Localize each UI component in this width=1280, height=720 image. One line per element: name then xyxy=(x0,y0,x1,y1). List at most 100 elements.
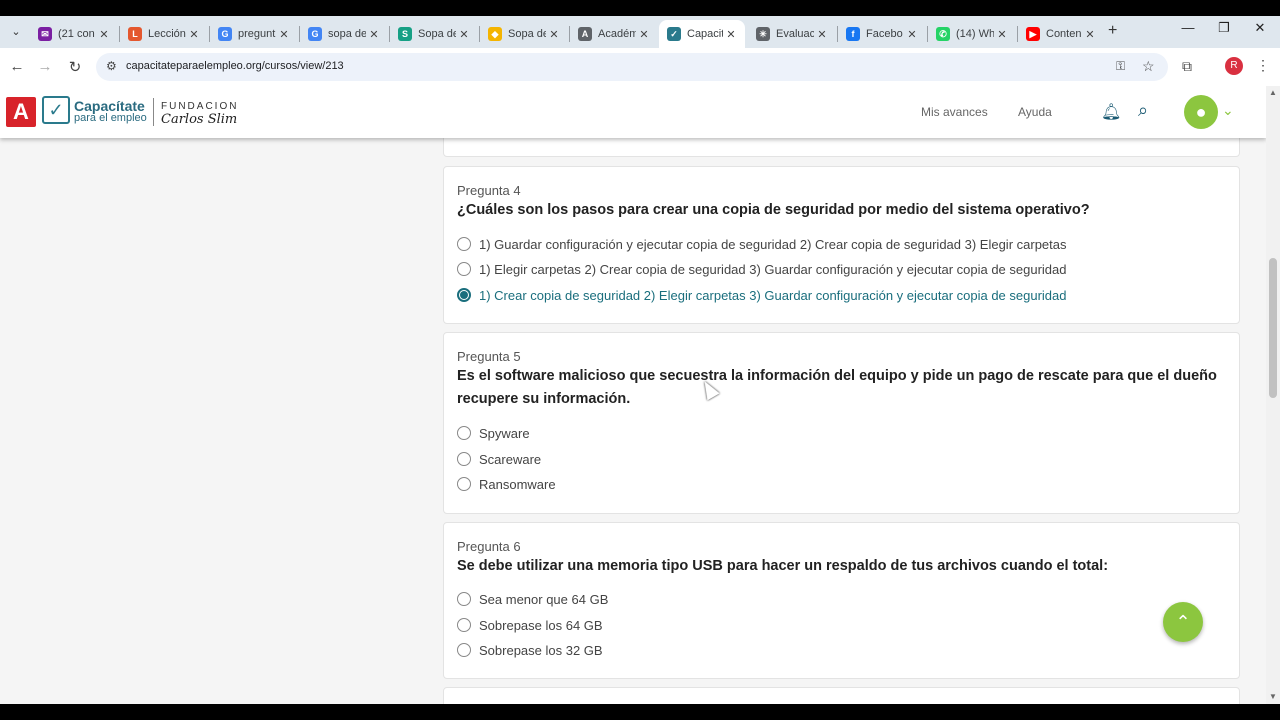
tab-item[interactable]: L Lección ✕ xyxy=(120,20,208,48)
option-label[interactable]: Spyware xyxy=(479,426,530,441)
option-label[interactable]: Sea menor que 64 GB xyxy=(479,592,608,607)
reload-icon[interactable]: ↻ xyxy=(66,58,84,76)
close-icon[interactable]: ✕ xyxy=(1082,28,1098,41)
question-text: ¿Cuáles son los pasos para crear una cop… xyxy=(457,202,1090,218)
drive-icon: ◆ xyxy=(488,27,502,41)
restore-icon[interactable]: ❐ xyxy=(1214,20,1234,36)
foundation-name: Carlos Slim xyxy=(161,112,238,127)
tab-item[interactable]: ▶ Conten ✕ xyxy=(1018,20,1104,48)
tab-item[interactable]: ✆ (14) Wh ✕ xyxy=(928,20,1016,48)
tab-item[interactable]: S Sopa de ✕ xyxy=(390,20,478,48)
scroll-down-arrow-icon[interactable]: ▼ xyxy=(1269,692,1277,701)
close-icon[interactable]: ✕ xyxy=(636,28,652,41)
window-close-icon[interactable]: ✕ xyxy=(1250,20,1270,36)
radio-button[interactable] xyxy=(457,237,471,251)
tab-item[interactable]: A Académ ✕ xyxy=(570,20,658,48)
tab-item[interactable]: G sopa de ✕ xyxy=(300,20,388,48)
bookmark-star-icon[interactable]: ☆ xyxy=(1142,58,1155,75)
radio-button[interactable] xyxy=(457,426,471,440)
forward-icon[interactable]: → xyxy=(36,58,54,75)
answer-option[interactable]: Scareware xyxy=(457,449,541,469)
url-text[interactable]: capacitateparaelempleo.org/cursos/view/2… xyxy=(126,60,344,72)
close-icon[interactable]: ✕ xyxy=(366,28,382,41)
answer-option-selected[interactable]: 1) Crear copia de seguridad 2) Elegir ca… xyxy=(457,285,1067,305)
profile-avatar[interactable]: R xyxy=(1225,57,1243,75)
tab-item[interactable]: ✉ (21 con ✕ xyxy=(30,20,118,48)
option-label[interactable]: Sobrepase los 64 GB xyxy=(479,618,603,633)
option-label[interactable]: 1) Crear copia de seguridad 2) Elegir ca… xyxy=(479,288,1067,303)
logo-subtitle[interactable]: para el empleo xyxy=(74,112,147,124)
answer-option[interactable]: Sea menor que 64 GB xyxy=(457,589,608,609)
close-icon[interactable]: ✕ xyxy=(456,28,472,41)
radio-button[interactable] xyxy=(457,477,471,491)
radio-button[interactable] xyxy=(457,643,471,657)
tab-item[interactable]: ✳ Evaluac ✕ xyxy=(748,20,836,48)
password-key-icon[interactable]: ⚿ xyxy=(1116,59,1125,74)
user-icon[interactable]: ● xyxy=(1184,95,1218,129)
nav-help-link[interactable]: Ayuda xyxy=(1018,105,1052,119)
chevrons-up-icon[interactable]: ⌃ xyxy=(1163,602,1203,642)
close-icon[interactable]: ✕ xyxy=(994,28,1010,41)
site-info-icon[interactable]: ⚙ xyxy=(106,59,117,73)
screen-bottom-border xyxy=(0,704,1280,720)
answer-option[interactable]: Spyware xyxy=(457,423,530,443)
extensions-icon[interactable]: ⧉ xyxy=(1182,58,1192,75)
logo-a-icon[interactable]: A xyxy=(6,97,36,127)
answer-option[interactable]: Ransomware xyxy=(457,474,556,494)
close-icon[interactable]: ✕ xyxy=(814,28,830,41)
tab-item[interactable]: G pregunt ✕ xyxy=(210,20,298,48)
scroll-up-arrow-icon[interactable]: ▲ xyxy=(1269,88,1277,97)
back-icon[interactable]: ← xyxy=(8,58,26,75)
answer-option[interactable]: Sobrepase los 64 GB xyxy=(457,615,603,635)
nav-progress-link[interactable]: Mis avances xyxy=(921,105,988,119)
tab-label: Sopa de xyxy=(508,28,546,40)
bell-icon[interactable]: 🔔︎ xyxy=(1101,102,1121,122)
tab-label: Conten xyxy=(1046,28,1082,40)
new-tab-icon[interactable]: + xyxy=(1108,22,1117,40)
tab-label: (14) Wh xyxy=(956,28,994,40)
close-icon[interactable]: ✕ xyxy=(723,28,739,41)
close-icon[interactable]: ✕ xyxy=(276,28,292,41)
option-label[interactable]: 1) Elegir carpetas 2) Crear copia de seg… xyxy=(479,262,1067,277)
option-label[interactable]: Ransomware xyxy=(479,477,556,492)
radio-button[interactable] xyxy=(457,618,471,632)
scrollbar-thumb[interactable] xyxy=(1269,258,1277,398)
tab-label: pregunt xyxy=(238,28,276,40)
radio-button[interactable] xyxy=(457,452,471,466)
tab-label: Evaluac xyxy=(776,28,814,40)
question-number: Pregunta 5 xyxy=(457,349,521,364)
lesson-icon: L xyxy=(128,27,142,41)
address-bar[interactable]: ⚙ capacitateparaelempleo.org/cursos/view… xyxy=(96,53,1168,81)
close-icon[interactable]: ✕ xyxy=(186,28,202,41)
radio-button-selected[interactable] xyxy=(457,288,471,302)
close-icon[interactable]: ✕ xyxy=(96,28,112,41)
answer-option[interactable]: 1) Elegir carpetas 2) Crear copia de seg… xyxy=(457,259,1067,279)
search-icon[interactable]: ⌕ xyxy=(1138,100,1148,121)
radio-button[interactable] xyxy=(457,592,471,606)
answer-option[interactable]: Sobrepase los 32 GB xyxy=(457,640,603,660)
tab-item-active[interactable]: ✓ Capacit ✕ xyxy=(659,20,745,48)
page-scrollbar[interactable]: ▲ ▼ xyxy=(1266,86,1280,704)
browser-toolbar: ← → ↻ ⚙ capacitateparaelempleo.org/curso… xyxy=(0,48,1280,87)
facebook-icon: f xyxy=(846,27,860,41)
option-label[interactable]: 1) Guardar configuración y ejecutar copi… xyxy=(479,237,1067,252)
browser-menu-icon[interactable]: ⋮ xyxy=(1256,57,1270,74)
tab-item[interactable]: f Facebo ✕ xyxy=(838,20,926,48)
minimize-icon[interactable]: — xyxy=(1178,20,1198,35)
answer-option[interactable]: 1) Guardar configuración y ejecutar copi… xyxy=(457,234,1067,254)
tab-label: Lección xyxy=(148,28,186,40)
option-label[interactable]: Scareware xyxy=(479,452,541,467)
tab-item[interactable]: ◆ Sopa de ✕ xyxy=(480,20,568,48)
logo-check-icon[interactable]: ✓ xyxy=(42,96,70,124)
close-icon[interactable]: ✕ xyxy=(546,28,562,41)
radio-button[interactable] xyxy=(457,262,471,276)
google-icon: G xyxy=(218,27,232,41)
foundation-label: FUNDACION xyxy=(161,101,239,112)
tab-search-dropdown-icon[interactable]: ⌄ xyxy=(6,23,26,41)
close-icon[interactable]: ✕ xyxy=(904,28,920,41)
evaluation-icon: ✳ xyxy=(756,27,770,41)
chevron-down-icon[interactable]: ⌄ xyxy=(1222,102,1234,119)
tab-strip: ⌄ ✉ (21 con ✕ L Lección ✕ G pregunt ✕ G … xyxy=(0,16,1280,48)
page-viewport: A ✓ Capacítate para el empleo FUNDACION … xyxy=(0,86,1266,704)
option-label[interactable]: Sobrepase los 32 GB xyxy=(479,643,603,658)
